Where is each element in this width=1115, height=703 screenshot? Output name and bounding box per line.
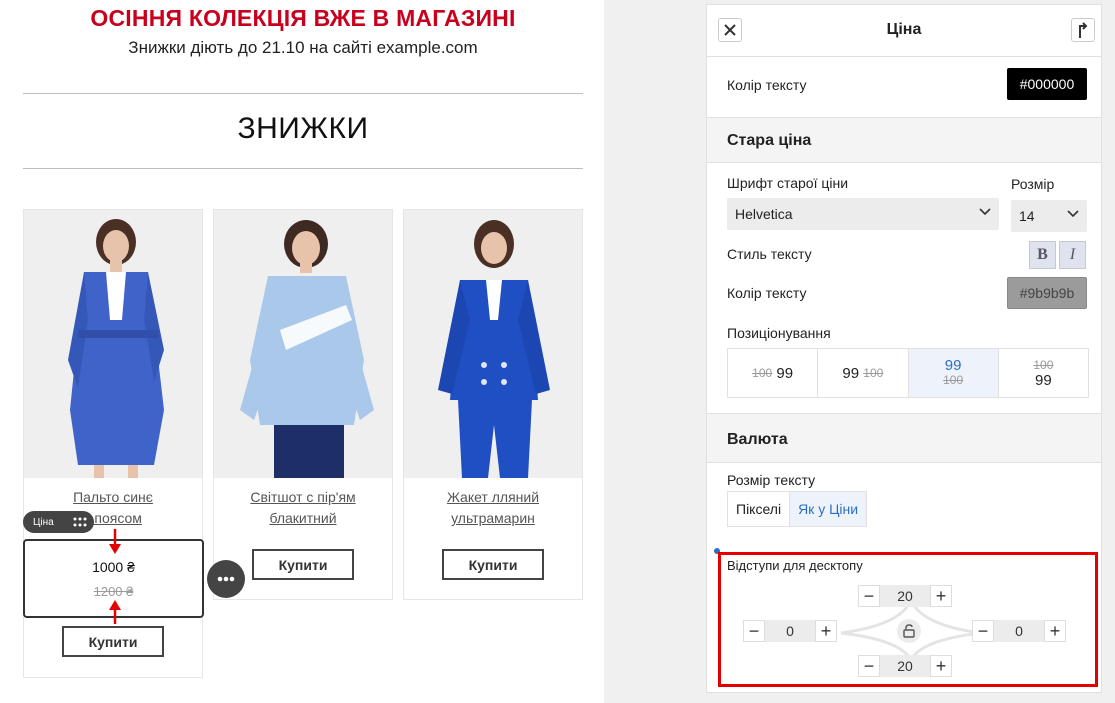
text-size-toggle: Пікселі Як у Ціни bbox=[727, 491, 868, 527]
spacing-top-stepper: − 20 + bbox=[858, 585, 952, 607]
old-value: 100 bbox=[943, 373, 964, 387]
product-image-coat[interactable] bbox=[24, 210, 202, 478]
increment-button[interactable]: + bbox=[1044, 620, 1066, 642]
position-old-left[interactable]: 100 99 bbox=[728, 349, 819, 397]
product-name-link[interactable]: Світшот с пір'ям блакитний bbox=[214, 478, 392, 529]
product-name-link[interactable]: Жакет лляний ультрамарин bbox=[404, 478, 582, 529]
old-value: 100 bbox=[752, 366, 773, 380]
price-tag-label: Ціна bbox=[33, 516, 54, 528]
size-label: Розмір bbox=[1011, 176, 1055, 192]
select-value: Helvetica bbox=[735, 206, 793, 222]
price-settings-panel: Ціна Колір тексту #000000 Стара ціна Шри… bbox=[706, 4, 1102, 693]
new-value: 99 bbox=[944, 357, 962, 374]
old-color-swatch[interactable]: #9b9b9b bbox=[1007, 277, 1087, 309]
text-style-label: Стиль тексту bbox=[727, 246, 812, 262]
panel-title: Ціна bbox=[886, 21, 922, 38]
old-value: 100 bbox=[1033, 358, 1054, 372]
buy-button[interactable]: Купити bbox=[442, 549, 544, 580]
unlock-icon bbox=[903, 624, 915, 638]
buy-button[interactable]: Купити bbox=[62, 626, 164, 657]
spacing-arrows-icon bbox=[109, 529, 121, 624]
arrow-up-icon bbox=[1079, 22, 1088, 38]
positioning-label: Позиціонування bbox=[727, 325, 831, 341]
section-title: Стара ціна bbox=[727, 132, 812, 149]
move-up-button[interactable] bbox=[1071, 18, 1095, 42]
spacing-right-stepper: − 0 + bbox=[972, 620, 1066, 642]
more-dots-icon bbox=[217, 576, 235, 582]
new-value: 99 bbox=[1035, 372, 1052, 389]
text-size-as-price[interactable]: Як у Ціни bbox=[789, 492, 867, 526]
spacing-left-stepper: − 0 + bbox=[743, 620, 837, 642]
chevron-down-icon bbox=[1067, 210, 1079, 218]
divider bbox=[23, 93, 583, 94]
select-value: 14 bbox=[1019, 208, 1035, 224]
drag-handle-icon[interactable] bbox=[73, 517, 87, 527]
product-image-jacket[interactable] bbox=[404, 210, 582, 478]
desktop-spacing-label: Відступи для десктопу bbox=[727, 558, 863, 573]
product-card[interactable]: Світшот с пір'ям блакитний Купити bbox=[213, 209, 393, 600]
spacing-bottom-value[interactable]: 20 bbox=[880, 655, 930, 677]
position-old-right[interactable]: 99 100 bbox=[818, 349, 909, 397]
decrement-button[interactable]: − bbox=[743, 620, 765, 642]
chevron-down-icon bbox=[979, 208, 991, 216]
promo-title[interactable]: ОСІННЯ КОЛЕКЦІЯ ВЖЕ В МАГАЗИНІ bbox=[23, 5, 583, 32]
increment-button[interactable]: + bbox=[930, 655, 952, 677]
position-old-above[interactable]: 100 99 bbox=[999, 349, 1088, 397]
spacing-top-value[interactable]: 20 bbox=[880, 585, 930, 607]
currency-section-header[interactable]: Валюта bbox=[707, 413, 1101, 463]
divider bbox=[23, 168, 583, 169]
positioning-options: 100 99 99 100 99 100 100 99 bbox=[727, 348, 1089, 398]
desktop-spacing-box: Відступи для десктопу − 20 + − 0 + − 0 +… bbox=[718, 552, 1098, 687]
text-color-swatch[interactable]: #000000 bbox=[1007, 68, 1087, 100]
product-card[interactable]: Жакет лляний ультрамарин Купити bbox=[403, 209, 583, 600]
more-options-button[interactable] bbox=[207, 560, 245, 598]
position-old-below[interactable]: 99 100 bbox=[908, 349, 999, 397]
old-color-label: Колір тексту bbox=[727, 285, 807, 301]
italic-button[interactable]: I bbox=[1059, 241, 1086, 269]
price-element-tag[interactable]: Ціна bbox=[23, 511, 94, 533]
decrement-button[interactable]: − bbox=[972, 620, 994, 642]
new-value: 99 bbox=[842, 364, 860, 382]
increment-button[interactable]: + bbox=[930, 585, 952, 607]
text-size-pixels[interactable]: Пікселі bbox=[728, 492, 789, 526]
decrement-button[interactable]: − bbox=[858, 585, 880, 607]
old-font-label: Шрифт старої ціни bbox=[727, 175, 849, 191]
old-font-select[interactable]: Helvetica bbox=[727, 198, 999, 230]
increment-button[interactable]: + bbox=[815, 620, 837, 642]
section-title[interactable]: ЗНИЖКИ bbox=[23, 112, 583, 146]
spacing-right-value[interactable]: 0 bbox=[994, 620, 1044, 642]
text-color-label: Колір тексту bbox=[727, 77, 807, 93]
spacing-left-value[interactable]: 0 bbox=[765, 620, 815, 642]
lock-toggle-button[interactable] bbox=[897, 619, 921, 643]
email-canvas: ОСІННЯ КОЛЕКЦІЯ ВЖЕ В МАГАЗИНІ Знижки ді… bbox=[0, 0, 604, 703]
buy-button[interactable]: Купити bbox=[252, 549, 354, 580]
old-value: 100 bbox=[863, 366, 884, 380]
promo-subtitle[interactable]: Знижки діють до 21.10 на сайті example.c… bbox=[23, 38, 583, 58]
section-title: Валюта bbox=[727, 431, 788, 448]
old-price-section-header[interactable]: Стара ціна bbox=[707, 117, 1101, 163]
size-select[interactable]: 14 bbox=[1011, 200, 1087, 232]
new-value: 99 bbox=[776, 364, 794, 382]
bold-button[interactable]: B bbox=[1029, 241, 1056, 269]
decrement-button[interactable]: − bbox=[858, 655, 880, 677]
product-image-sweatshirt[interactable] bbox=[214, 210, 392, 478]
panel-header: Ціна bbox=[707, 5, 1101, 57]
text-size-label: Розмір тексту bbox=[727, 472, 816, 488]
spacing-bottom-stepper: − 20 + bbox=[858, 655, 952, 677]
